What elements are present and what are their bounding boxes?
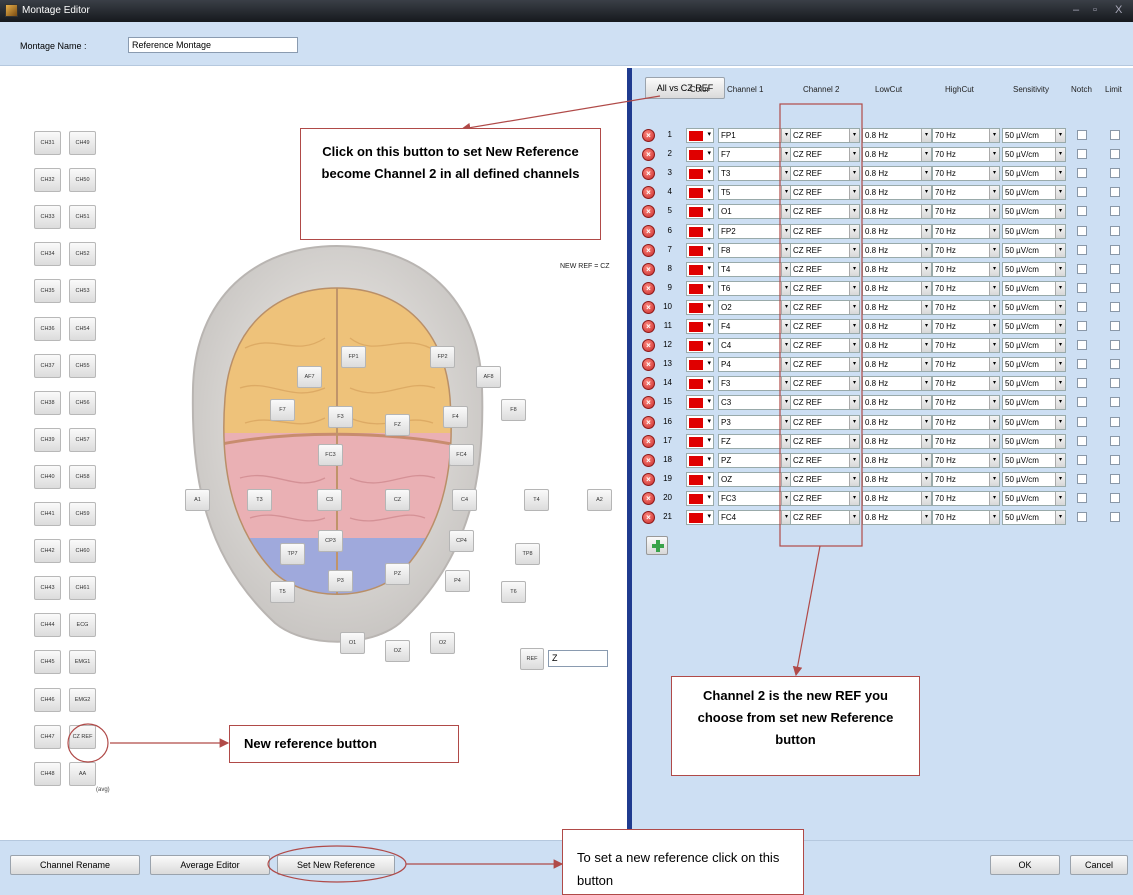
callout-set-ref: To set a new reference click on this but…: [562, 829, 804, 895]
cz-ref-highlight-circle: [67, 723, 109, 763]
channel2-highlight-box: [779, 103, 863, 547]
set-ref-highlight-ellipse: [267, 845, 407, 883]
callout-new-ref: New reference button: [229, 725, 459, 763]
callout-channel2: Channel 2 is the new REF you choose from…: [671, 676, 920, 776]
annotation-arrow-all-vs: [460, 95, 661, 133]
annotation-arrow-channel2: [792, 545, 821, 677]
callout-all-vs: Click on this button to set New Referenc…: [300, 128, 601, 240]
